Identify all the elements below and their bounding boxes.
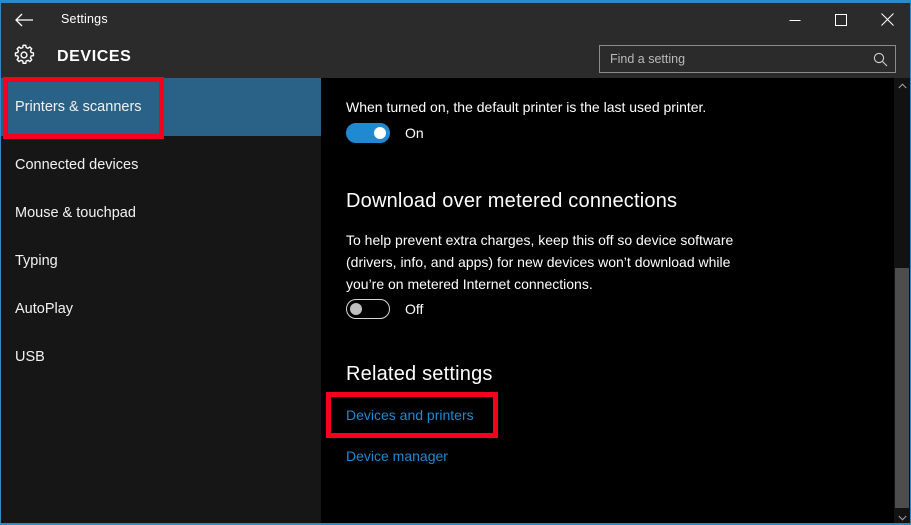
header-bar: DEVICES [1, 36, 910, 78]
sidebar-item-label: Mouse & touchpad [15, 205, 136, 221]
back-button[interactable] [1, 3, 47, 36]
title-bar: Settings [1, 3, 910, 36]
settings-window: Settings [0, 0, 911, 525]
sidebar-item-label: AutoPlay [15, 301, 73, 317]
scrollbar-thumb[interactable] [895, 268, 909, 508]
window-title: Settings [61, 3, 108, 36]
scroll-up-button[interactable] [894, 78, 910, 94]
metered-connections-toggle[interactable]: Off [346, 299, 423, 319]
content-scrollbar[interactable] [894, 78, 910, 525]
link-device-manager[interactable]: Device manager [346, 448, 448, 464]
page-title: DEVICES [57, 36, 131, 78]
toggle-knob [350, 303, 362, 315]
chevron-up-icon [898, 82, 907, 91]
sidebar-item-label: Printers & scanners [15, 99, 142, 115]
toggle-knob [374, 127, 386, 139]
window-controls [772, 3, 910, 36]
gear-icon [12, 43, 36, 72]
search-box[interactable] [599, 45, 896, 73]
toggle-switch-off[interactable] [346, 299, 390, 319]
search-input[interactable] [600, 46, 865, 72]
sidebar-item-label: USB [15, 349, 45, 365]
default-printer-toggle[interactable]: On [346, 123, 424, 143]
metered-connections-heading: Download over metered connections [346, 190, 677, 213]
toggle-state-label: Off [405, 301, 423, 317]
minimize-icon [789, 14, 801, 26]
link-devices-and-printers[interactable]: Devices and printers [346, 407, 474, 423]
settings-content-pane: When turned on, the default printer is t… [321, 78, 910, 525]
toggle-state-label: On [405, 125, 424, 141]
maximize-icon [835, 14, 847, 26]
sidebar-item-label: Typing [15, 253, 58, 269]
sidebar-item-printers-and-scanners[interactable]: Printers & scanners [1, 78, 321, 136]
chevron-down-icon [898, 514, 907, 523]
minimize-button[interactable] [772, 3, 818, 36]
default-printer-description: When turned on, the default printer is t… [346, 96, 776, 118]
related-settings-heading: Related settings [346, 363, 493, 386]
close-button[interactable] [864, 3, 910, 36]
scroll-down-button[interactable] [894, 510, 910, 525]
toggle-switch-on[interactable] [346, 123, 390, 143]
back-arrow-icon [14, 13, 34, 27]
maximize-button[interactable] [818, 3, 864, 36]
settings-home-button[interactable] [1, 36, 47, 78]
sidebar-item-label: Connected devices [15, 157, 138, 173]
metered-connections-description: To help prevent extra charges, keep this… [346, 229, 766, 295]
sidebar-nav: Printers & scanners Connected devices Mo… [1, 78, 321, 525]
search-icon [865, 52, 895, 67]
sidebar-item-usb[interactable]: USB [1, 328, 321, 386]
close-icon [881, 13, 894, 26]
